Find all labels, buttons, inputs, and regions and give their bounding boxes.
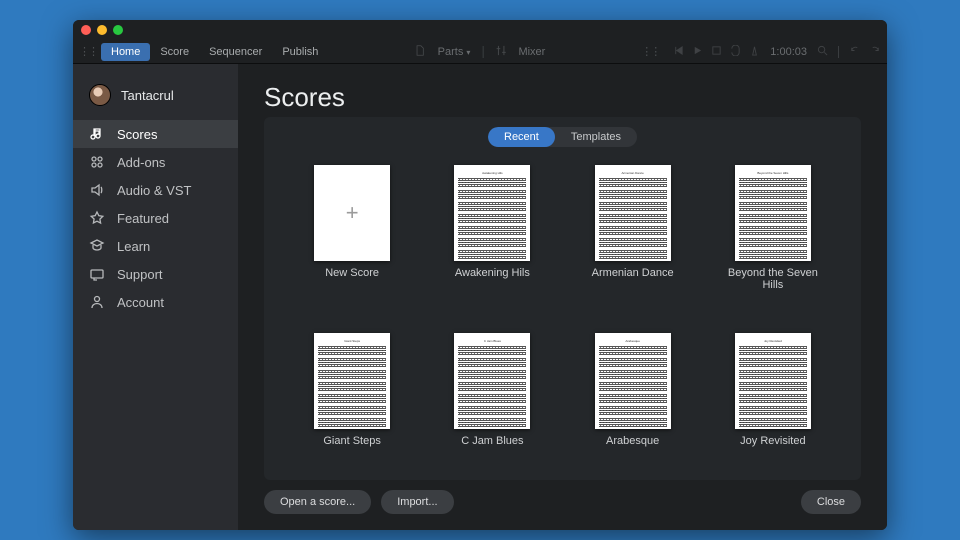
sidebar-item-featured[interactable]: Featured	[73, 204, 238, 232]
avatar	[89, 84, 111, 106]
maximize-window-icon[interactable]	[113, 25, 123, 35]
page-title: Scores	[264, 82, 861, 113]
mixer-icon	[495, 45, 506, 59]
parts-dropdown[interactable]: Parts ▾	[438, 46, 471, 58]
play-icon[interactable]	[692, 45, 703, 59]
score-label: Giant Steps	[323, 435, 380, 447]
tab-templates[interactable]: Templates	[555, 127, 637, 147]
sidebar-item-label: Scores	[117, 127, 157, 142]
sidebar-item-label: Add-ons	[117, 155, 165, 170]
tab-segmented: RecentTemplates	[488, 127, 637, 147]
score-thumb: Arabesque	[595, 333, 671, 429]
sidebar-item-support[interactable]: Support	[73, 260, 238, 288]
audio-icon	[89, 182, 105, 198]
undo-icon[interactable]	[849, 45, 860, 59]
zoom-icon[interactable]	[817, 45, 828, 59]
score-tile[interactable]: Beyond the Seven Hills Beyond the Seven H…	[723, 165, 823, 315]
score-thumb: C Jam Blues	[454, 333, 530, 429]
account-icon	[89, 294, 105, 310]
scores-card: RecentTemplates + New Score Awakening Hils…	[264, 117, 861, 480]
grip-icon[interactable]: ⋮⋮	[641, 45, 659, 58]
username: Tantacrul	[121, 88, 174, 103]
sidebar-item-label: Learn	[117, 239, 150, 254]
score-thumb: Giant Steps	[314, 333, 390, 429]
new-score-thumb: +	[314, 165, 390, 261]
score-thumb: Joy Revisited	[735, 333, 811, 429]
app-window: ⋮⋮ HomeScoreSequencerPublish Parts ▾ Mix…	[73, 20, 887, 530]
titlebar	[73, 20, 887, 40]
sidebar-item-add-ons[interactable]: Add-ons	[73, 148, 238, 176]
score-thumb: Armenian Dance	[595, 165, 671, 261]
divider	[482, 46, 483, 58]
sidebar-item-audio-vst[interactable]: Audio & VST	[73, 176, 238, 204]
music-icon	[89, 126, 105, 142]
sidebar-item-scores[interactable]: Scores	[73, 120, 238, 148]
grip-icon[interactable]: ⋮⋮	[79, 45, 97, 58]
support-icon	[89, 266, 105, 282]
score-label: Arabesque	[606, 435, 659, 447]
mixer-button[interactable]: Mixer	[518, 46, 545, 58]
import-button[interactable]: Import...	[381, 490, 453, 514]
rewind-icon[interactable]	[673, 45, 684, 59]
menubar-center: Parts ▾ Mixer	[415, 45, 546, 59]
user-profile[interactable]: Tantacrul	[73, 76, 238, 120]
plus-icon: +	[346, 200, 359, 226]
score-tile[interactable]: + New Score	[302, 165, 402, 315]
score-label: C Jam Blues	[461, 435, 523, 447]
score-thumb: Awakening Hils	[454, 165, 530, 261]
sidebar-item-label: Featured	[117, 211, 169, 226]
score-label: Awakening Hils	[455, 267, 530, 279]
sidebar: Tantacrul Scores Add-ons Audio & VST Featur…	[73, 64, 238, 530]
menu-item-score[interactable]: Score	[150, 43, 199, 61]
score-tile[interactable]: C Jam Blues C Jam Blues	[442, 333, 542, 471]
loop-icon[interactable]	[730, 45, 741, 59]
score-label: Beyond the Seven Hills	[723, 267, 823, 291]
score-tile[interactable]: Awakening Hils Awakening Hils	[442, 165, 542, 315]
score-thumb: Beyond the Seven Hills	[735, 165, 811, 261]
score-label: New Score	[325, 267, 379, 279]
score-tile[interactable]: Arabesque Arabesque	[583, 333, 683, 471]
addons-icon	[89, 154, 105, 170]
score-tile[interactable]: Joy Revisited Joy Revisited	[723, 333, 823, 471]
sidebar-item-label: Audio & VST	[117, 183, 191, 198]
sidebar-item-label: Support	[117, 267, 163, 282]
open-score-button[interactable]: Open a score...	[264, 490, 371, 514]
page-icon	[415, 45, 426, 59]
learn-icon	[89, 238, 105, 254]
score-label: Armenian Dance	[592, 267, 674, 279]
menubar: ⋮⋮ HomeScoreSequencerPublish Parts ▾ Mix…	[73, 40, 887, 64]
minimize-window-icon[interactable]	[97, 25, 107, 35]
sidebar-item-label: Account	[117, 295, 164, 310]
window-controls	[81, 25, 123, 35]
stop-icon[interactable]	[711, 45, 722, 59]
scores-grid: + New Score Awakening Hils Awakening Hils Ar…	[264, 151, 861, 480]
menubar-right: ⋮⋮ 1:00:03	[641, 45, 881, 59]
close-button[interactable]: Close	[801, 490, 861, 514]
score-label: Joy Revisited	[740, 435, 805, 447]
redo-icon[interactable]	[870, 45, 881, 59]
score-tile[interactable]: Armenian Dance Armenian Dance	[583, 165, 683, 315]
score-tile[interactable]: Giant Steps Giant Steps	[302, 333, 402, 471]
tab-recent[interactable]: Recent	[488, 127, 555, 147]
star-icon	[89, 210, 105, 226]
sidebar-item-learn[interactable]: Learn	[73, 232, 238, 260]
close-window-icon[interactable]	[81, 25, 91, 35]
menu-item-publish[interactable]: Publish	[272, 43, 328, 61]
menu-item-sequencer[interactable]: Sequencer	[199, 43, 272, 61]
metronome-icon[interactable]	[749, 45, 760, 59]
timecode: 1:00:03	[770, 46, 807, 58]
sidebar-item-account[interactable]: Account	[73, 288, 238, 316]
main-content: Scores RecentTemplates + New Score Awakeni…	[238, 64, 887, 530]
footer: Open a score... Import... Close	[264, 480, 861, 516]
divider	[838, 46, 839, 58]
menu-item-home[interactable]: Home	[101, 43, 150, 61]
